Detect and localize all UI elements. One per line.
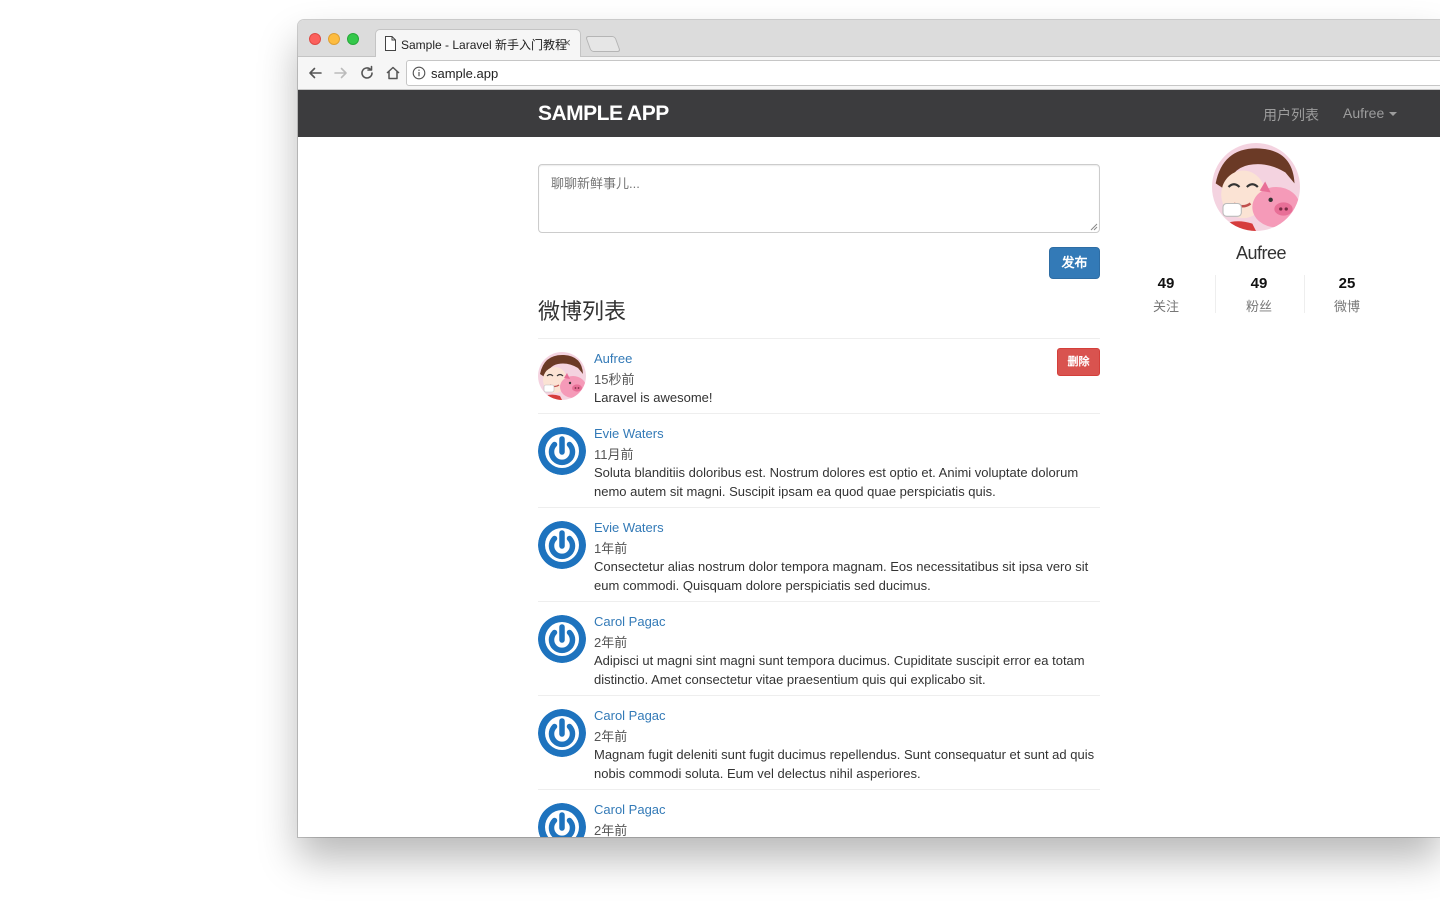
status-text: Soluta blanditiis doloribus est. Nostrum… [594, 465, 1079, 499]
post-button[interactable]: 发布 [1049, 247, 1100, 279]
stat-divider [1215, 275, 1216, 313]
address-bar[interactable]: sample.app [406, 60, 1440, 86]
nav-users-link[interactable]: 用户列表 [1263, 105, 1319, 125]
app-navbar: SAMPLE APP 用户列表 Aufree [298, 90, 1440, 137]
avatar[interactable] [538, 803, 586, 837]
avatar[interactable] [538, 615, 586, 663]
gravatar-icon [538, 615, 586, 663]
status-text: Laravel is awesome! [594, 390, 713, 405]
status-text: Adipisci ut magni sint magni sunt tempor… [594, 653, 1085, 687]
stat-followers[interactable]: 49 粉丝 [1229, 275, 1289, 315]
url-text: sample.app [431, 66, 499, 81]
new-tab-button[interactable] [585, 36, 621, 52]
gravatar-icon [538, 521, 586, 569]
status-timestamp: 1年前 [594, 541, 628, 556]
avatar[interactable] [538, 709, 586, 757]
avatar[interactable] [538, 352, 586, 400]
stat-divider [1304, 275, 1305, 313]
gravatar-icon [538, 427, 586, 475]
status-timestamp: 2年前 [594, 823, 628, 837]
info-icon[interactable] [412, 66, 426, 80]
brand-logo[interactable]: SAMPLE APP [538, 102, 669, 126]
status-item: Carol Pagac 2年前 Adipisci ut magni sint m… [538, 601, 1100, 695]
status-input[interactable] [538, 164, 1100, 233]
stat-label: 微博 [1333, 299, 1360, 314]
browser-toolbar: sample.app [298, 57, 1440, 90]
back-arrow-icon[interactable] [306, 64, 324, 82]
status-item: Evie Waters 1年前 Consectetur alias nostru… [538, 507, 1100, 601]
gravatar-icon [538, 709, 586, 757]
user-dropdown[interactable]: Aufree [1343, 105, 1398, 121]
reload-icon[interactable] [358, 64, 376, 82]
home-icon[interactable] [384, 64, 402, 82]
tab-strip: Sample - Laravel 新手入门教程 × [298, 20, 1440, 57]
window-close-button[interactable] [309, 33, 321, 45]
stat-following[interactable]: 49 关注 [1136, 275, 1196, 315]
avatar[interactable] [538, 427, 586, 475]
document-icon [385, 36, 396, 51]
status-item: Aufree 15秒前 Laravel is awesome! 删除 [538, 338, 1100, 413]
status-author-link[interactable]: Aufree [594, 351, 632, 366]
status-item: Carol Pagac 2年前 Magnam fugit deleniti su… [538, 695, 1100, 789]
status-author-link[interactable]: Evie Waters [594, 426, 664, 441]
delete-button[interactable]: 删除 [1057, 348, 1100, 376]
status-text: Consectetur alias nostrum dolor tempora … [594, 559, 1089, 593]
user-dropdown-label: Aufree [1343, 105, 1385, 121]
profile-name: Aufree [1235, 243, 1287, 263]
status-author-link[interactable]: Carol Pagac [594, 614, 666, 629]
status-feed: Aufree 15秒前 Laravel is awesome! 删除 Evie … [538, 338, 1100, 837]
window-minimize-button[interactable] [328, 33, 340, 45]
status-author-link[interactable]: Evie Waters [594, 520, 664, 535]
status-author-link[interactable]: Carol Pagac [594, 802, 666, 817]
status-item: Evie Waters 11月前 Soluta blanditiis dolor… [538, 413, 1100, 507]
status-item: Carol Pagac 2年前 [538, 789, 1100, 837]
stat-count: 49 [1250, 275, 1268, 292]
status-timestamp: 15秒前 [594, 372, 635, 387]
status-timestamp: 11月前 [594, 447, 634, 462]
profile-avatar[interactable] [1212, 143, 1300, 231]
feed-title: 微博列表 [538, 299, 627, 324]
gravatar-icon [538, 803, 586, 837]
caret-down-icon [1389, 112, 1398, 117]
status-author-link[interactable]: Carol Pagac [594, 708, 666, 723]
stat-label: 关注 [1152, 299, 1179, 314]
resize-grip-icon[interactable] [1090, 223, 1098, 231]
stat-statuses[interactable]: 25 微博 [1317, 275, 1377, 315]
page-content: 发布 微博列表 [298, 137, 1440, 837]
browser-tab[interactable]: Sample - Laravel 新手入门教程 × [375, 29, 581, 57]
cartoon-avatar-icon [538, 352, 586, 400]
status-timestamp: 2年前 [594, 729, 628, 744]
status-timestamp: 2年前 [594, 635, 628, 650]
status-text: Magnam fugit deleniti sunt fugit ducimus… [594, 747, 1095, 781]
cartoon-avatar-icon [1212, 143, 1300, 231]
browser-window: Sample - Laravel 新手入门教程 × sample.app SAM… [298, 20, 1440, 837]
tab-title: Sample - Laravel 新手入门教程 [401, 38, 568, 52]
forward-arrow-icon[interactable] [332, 64, 350, 82]
avatar[interactable] [538, 521, 586, 569]
stat-count: 49 [1157, 275, 1175, 292]
stat-count: 25 [1338, 275, 1356, 292]
tab-close-button[interactable]: × [563, 35, 571, 50]
stat-label: 粉丝 [1245, 299, 1272, 314]
window-maximize-button[interactable] [347, 33, 359, 45]
